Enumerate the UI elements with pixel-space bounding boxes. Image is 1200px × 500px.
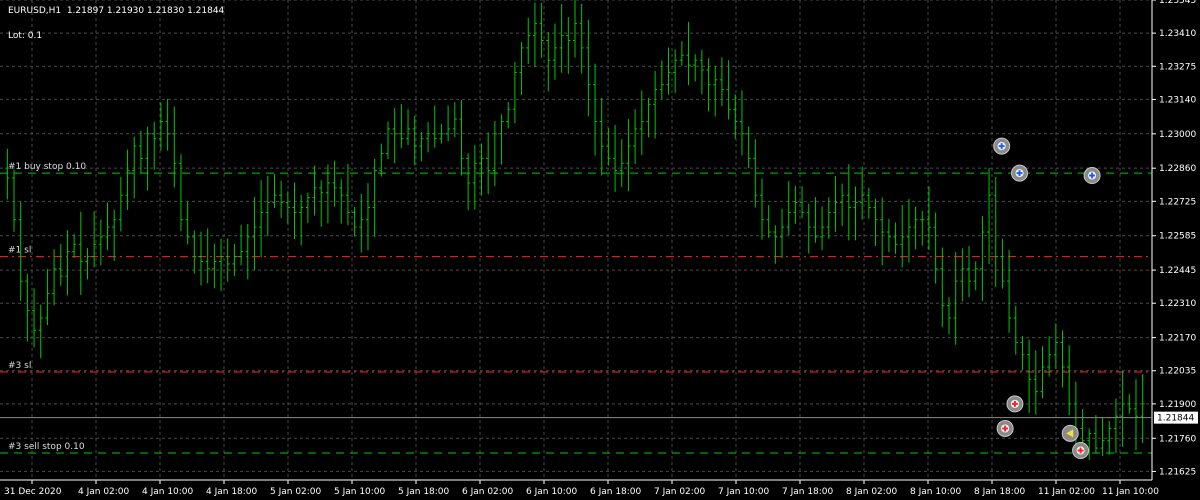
y-tick-label: 1.23545 bbox=[1159, 0, 1196, 6]
buy-trade-marker[interactable] bbox=[993, 137, 1011, 155]
y-tick-label: 1.21625 bbox=[1159, 467, 1196, 477]
x-tick-label: 8 Jan 10:00 bbox=[910, 487, 962, 497]
x-tick-label: 11 Jan 10:00 bbox=[1102, 487, 1159, 497]
sell-trade-marker[interactable] bbox=[1006, 395, 1024, 413]
order-line-label: #1 buy stop 0.10 bbox=[8, 162, 86, 172]
y-tick-label: 1.22035 bbox=[1159, 367, 1196, 377]
x-tick-label: 6 Jan 18:00 bbox=[590, 487, 642, 497]
sell-trade-marker[interactable] bbox=[1072, 442, 1090, 460]
sell-trade-marker[interactable] bbox=[996, 419, 1014, 437]
y-tick-label: 1.22860 bbox=[1159, 164, 1196, 174]
x-tick-label: 6 Jan 02:00 bbox=[462, 487, 514, 497]
price-chart[interactable]: #1 buy stop 0.10 #1 sl #3 sl #3 sell stop 0… bbox=[0, 0, 1200, 500]
x-tick-label: 6 Jan 10:00 bbox=[526, 487, 578, 497]
x-tick-label: 5 Jan 18:00 bbox=[398, 487, 450, 497]
x-tick-label: 7 Jan 10:00 bbox=[718, 487, 770, 497]
y-tick-label: 1.22725 bbox=[1159, 197, 1196, 207]
current-price-value: 1.21844 bbox=[1157, 414, 1194, 424]
order-line-label: #3 sl bbox=[8, 361, 31, 371]
y-tick-label: 1.23275 bbox=[1159, 62, 1196, 72]
lot-size-label: Lot: 0.1 bbox=[8, 31, 43, 41]
x-tick-label: 4 Jan 18:00 bbox=[206, 487, 258, 497]
x-tick-label: 11 Jan 02:00 bbox=[1038, 487, 1095, 497]
x-tick-label: 5 Jan 10:00 bbox=[334, 487, 386, 497]
buy-trade-marker[interactable] bbox=[1083, 167, 1101, 185]
chart-background bbox=[0, 0, 1200, 500]
y-tick-label: 1.23410 bbox=[1159, 29, 1196, 39]
x-tick-label: 31 Dec 2020 bbox=[4, 487, 62, 497]
y-tick-label: 1.21900 bbox=[1159, 400, 1196, 410]
x-tick-label: 4 Jan 02:00 bbox=[78, 487, 130, 497]
order-line-label: #1 sl bbox=[8, 246, 31, 256]
y-tick-label: 1.23140 bbox=[1159, 95, 1196, 105]
y-tick-label: 1.22170 bbox=[1159, 334, 1196, 344]
x-tick-label: 7 Jan 18:00 bbox=[782, 487, 834, 497]
y-tick-label: 1.21760 bbox=[1159, 434, 1196, 444]
x-tick-label: 7 Jan 02:00 bbox=[654, 487, 706, 497]
y-tick-label: 1.22585 bbox=[1159, 232, 1196, 242]
buy-trade-marker[interactable] bbox=[1011, 164, 1029, 182]
x-tick-label: 8 Jan 02:00 bbox=[846, 487, 898, 497]
x-tick-label: 4 Jan 10:00 bbox=[142, 487, 194, 497]
y-tick-label: 1.22445 bbox=[1159, 266, 1196, 276]
chart-title: EURUSD,H1 1.21897 1.21930 1.21830 1.2184… bbox=[8, 6, 225, 16]
order-line-label: #3 sell stop 0.10 bbox=[8, 442, 85, 452]
y-tick-label: 1.23000 bbox=[1159, 130, 1196, 140]
x-tick-label: 5 Jan 02:00 bbox=[270, 487, 322, 497]
x-tick-label: 8 Jan 18:00 bbox=[974, 487, 1026, 497]
close-trade-marker[interactable] bbox=[1061, 424, 1079, 442]
y-tick-label: 1.22310 bbox=[1159, 299, 1196, 309]
